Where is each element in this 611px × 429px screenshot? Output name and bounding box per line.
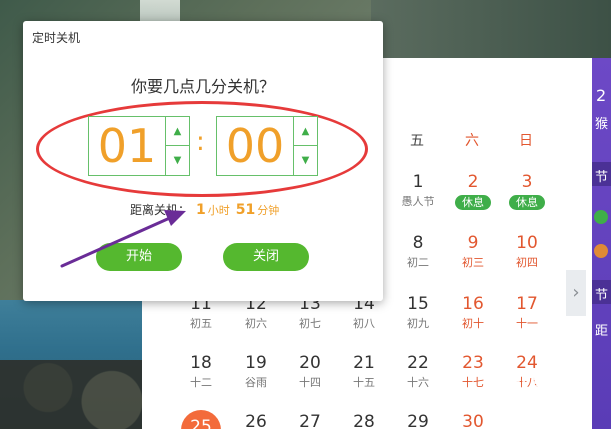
annotation-arrow-icon: [60, 210, 186, 268]
baidu-jingyan-watermark: Bai 经验 jingyan.baidu.com: [498, 368, 584, 408]
watermark-text: Bai 经验: [498, 372, 565, 391]
watermark-subtext: jingyan.baidu.com: [498, 392, 582, 402]
